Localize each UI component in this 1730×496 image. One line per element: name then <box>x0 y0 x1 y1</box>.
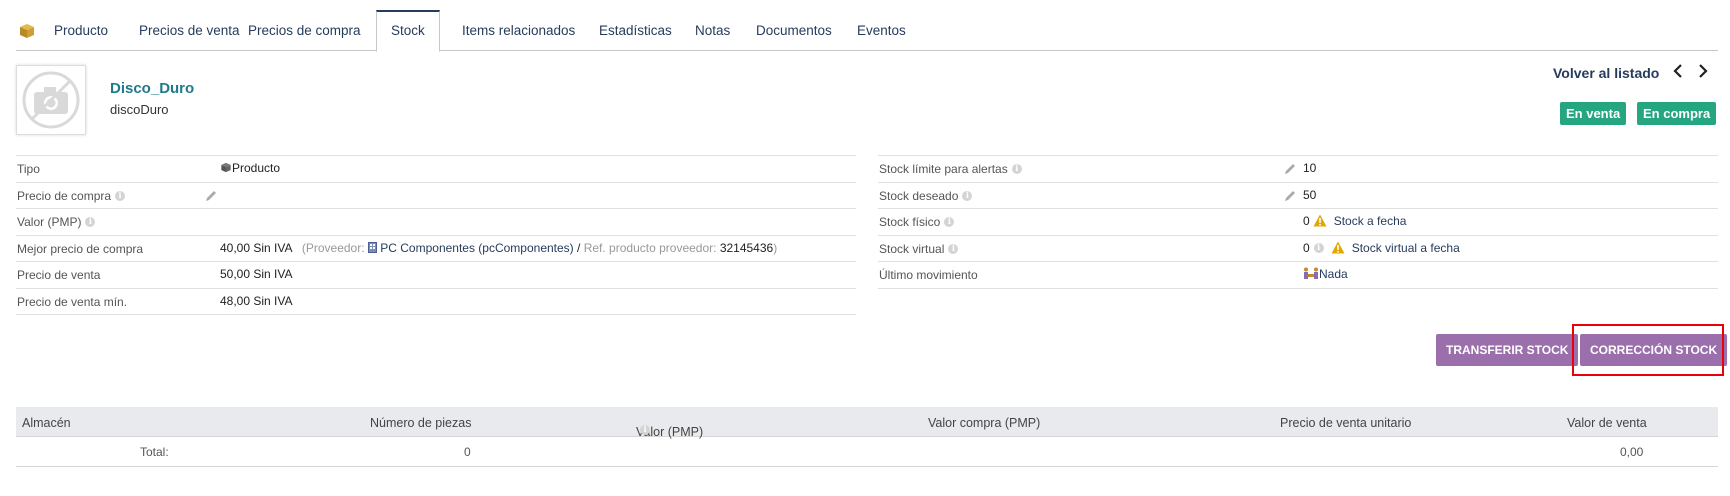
tab-precios-compra[interactable]: Precios de compra <box>234 10 375 51</box>
movement-icon <box>1304 267 1318 279</box>
field-label: Valor (PMP) <box>17 215 96 229</box>
total-sale-value: 0,00 <box>1620 445 1644 459</box>
field-value-precio-venta: 50,00 Sin IVA <box>220 267 293 281</box>
field-label: Precio de venta mín. <box>17 294 128 309</box>
chevron-right-icon[interactable] <box>1698 64 1708 83</box>
field-row-stock-fisico: Stock físico 0 Stock a fecha <box>878 209 1718 236</box>
warning-icon <box>1313 214 1327 227</box>
stock-table: Almacén Número de piezas Valor (PMP) Val… <box>16 407 1718 467</box>
field-label: Precio de venta <box>17 268 101 282</box>
product-ref: Disco_Duro <box>110 80 195 97</box>
field-value-mejor-precio: 40,00 Sin IVA (Proveedor: PC Componentes… <box>220 240 778 255</box>
tab-eventos[interactable]: Eventos <box>843 10 920 51</box>
tab-estadisticas[interactable]: Estadísticas <box>585 10 686 51</box>
pencil-icon[interactable] <box>204 189 218 203</box>
field-value-stock-fisico: 0 Stock a fecha <box>1303 214 1407 228</box>
table-header: Almacén Número de piezas Valor (PMP) Val… <box>16 407 1718 439</box>
field-label: Mejor precio de compra <box>17 241 144 256</box>
field-row-valor-pmp: Valor (PMP) <box>16 209 856 236</box>
field-row-stock-deseado: Stock deseado 50 <box>878 183 1718 209</box>
back-to-list-link[interactable]: Volver al listado <box>1553 65 1659 81</box>
tab-notas[interactable]: Notas <box>681 10 744 51</box>
product-box-icon[interactable] <box>18 23 36 39</box>
field-value-tipo: Producto <box>220 161 280 175</box>
info-icon <box>640 424 650 435</box>
highlight-box <box>1572 324 1724 376</box>
field-label: Último movimiento <box>879 268 978 282</box>
field-row-stock-limite: Stock límite para alertas 10 <box>878 156 1718 183</box>
total-pieces: 0 <box>464 445 471 459</box>
product-photo-placeholder <box>16 65 86 135</box>
field-label: Tipo <box>17 162 40 176</box>
supplier-link[interactable]: PC Componentes (pcComponentes) <box>380 241 573 255</box>
status-badge-en-venta: En venta <box>1560 102 1627 125</box>
stock-virtual-a-fecha-link[interactable]: Stock virtual a fecha <box>1352 241 1460 255</box>
field-row-tipo: Tipo Producto <box>16 156 856 183</box>
field-value-precio-venta-min: 48,00 Sin IVA <box>220 293 293 308</box>
tab-items-relacionados[interactable]: Items relacionados <box>448 10 589 51</box>
stock-a-fecha-link[interactable]: Stock a fecha <box>1334 214 1407 228</box>
field-label: Stock deseado <box>879 189 973 203</box>
chevron-left-icon[interactable] <box>1673 64 1683 83</box>
table-row-total: Total: 0 0,00 <box>16 437 1718 467</box>
ultimo-movimiento-link[interactable]: Nada <box>1319 267 1348 281</box>
tab-documentos[interactable]: Documentos <box>742 10 846 51</box>
product-fields-left: Tipo Producto Precio de compra Valor (PM… <box>16 155 856 315</box>
product-label: discoDuro <box>110 102 169 117</box>
info-icon <box>85 216 96 227</box>
tab-bar: Producto Precios de venta Precios de com… <box>16 10 1718 52</box>
building-icon <box>367 241 377 253</box>
col-valor-venta: Valor de venta <box>1567 416 1647 430</box>
field-row-mejor-precio-compra: Mejor precio de compra 40,00 Sin IVA (Pr… <box>16 236 856 262</box>
transfer-stock-button[interactable]: TRANSFERIR STOCK <box>1436 334 1579 366</box>
info-icon <box>944 216 955 227</box>
field-row-ultimo-movimiento: Último movimiento Nada <box>878 262 1718 289</box>
product-box-icon <box>221 162 231 173</box>
col-precio-venta-unitario: Precio de venta unitario <box>1280 416 1412 430</box>
field-row-precio-compra: Precio de compra <box>16 183 856 209</box>
field-label: Stock físico <box>879 215 955 229</box>
info-icon <box>962 190 973 201</box>
col-numero-piezas: Número de piezas <box>370 416 472 430</box>
field-row-precio-venta: Precio de venta 50,00 Sin IVA <box>16 262 856 289</box>
tab-stock[interactable]: Stock <box>376 10 440 52</box>
field-value-stock-virtual: 0 Stock virtual a fecha <box>1303 241 1460 255</box>
col-valor-compra-pmp: Valor compra (PMP) <box>928 416 1041 430</box>
field-label: Stock límite para alertas <box>879 162 1022 176</box>
info-icon <box>115 190 126 201</box>
field-row-stock-virtual: Stock virtual 0 Stock virtual a fecha <box>878 236 1718 262</box>
col-almacen: Almacén <box>22 416 71 430</box>
field-value-stock-deseado: 50 <box>1303 187 1317 202</box>
field-row-precio-venta-min: Precio de venta mín. 48,00 Sin IVA <box>16 289 856 315</box>
field-label: Stock virtual <box>879 242 959 256</box>
total-label: Total: <box>140 445 169 459</box>
field-value-stock-limite: 10 <box>1303 161 1317 175</box>
status-badge-en-compra: En compra <box>1637 102 1717 125</box>
pencil-icon[interactable] <box>1283 162 1297 176</box>
stock-fields-right: Stock límite para alertas 10 Stock desea… <box>878 155 1718 289</box>
no-photo-icon <box>22 71 80 129</box>
info-icon <box>1313 242 1324 253</box>
info-icon <box>1011 163 1022 174</box>
field-label: Precio de compra <box>17 189 126 203</box>
field-value-ultimo-movimiento: Nada <box>1303 267 1348 281</box>
tab-producto[interactable]: Producto <box>40 10 122 51</box>
warning-icon <box>1331 241 1345 253</box>
pencil-icon[interactable] <box>1283 189 1297 203</box>
info-icon <box>948 243 959 254</box>
